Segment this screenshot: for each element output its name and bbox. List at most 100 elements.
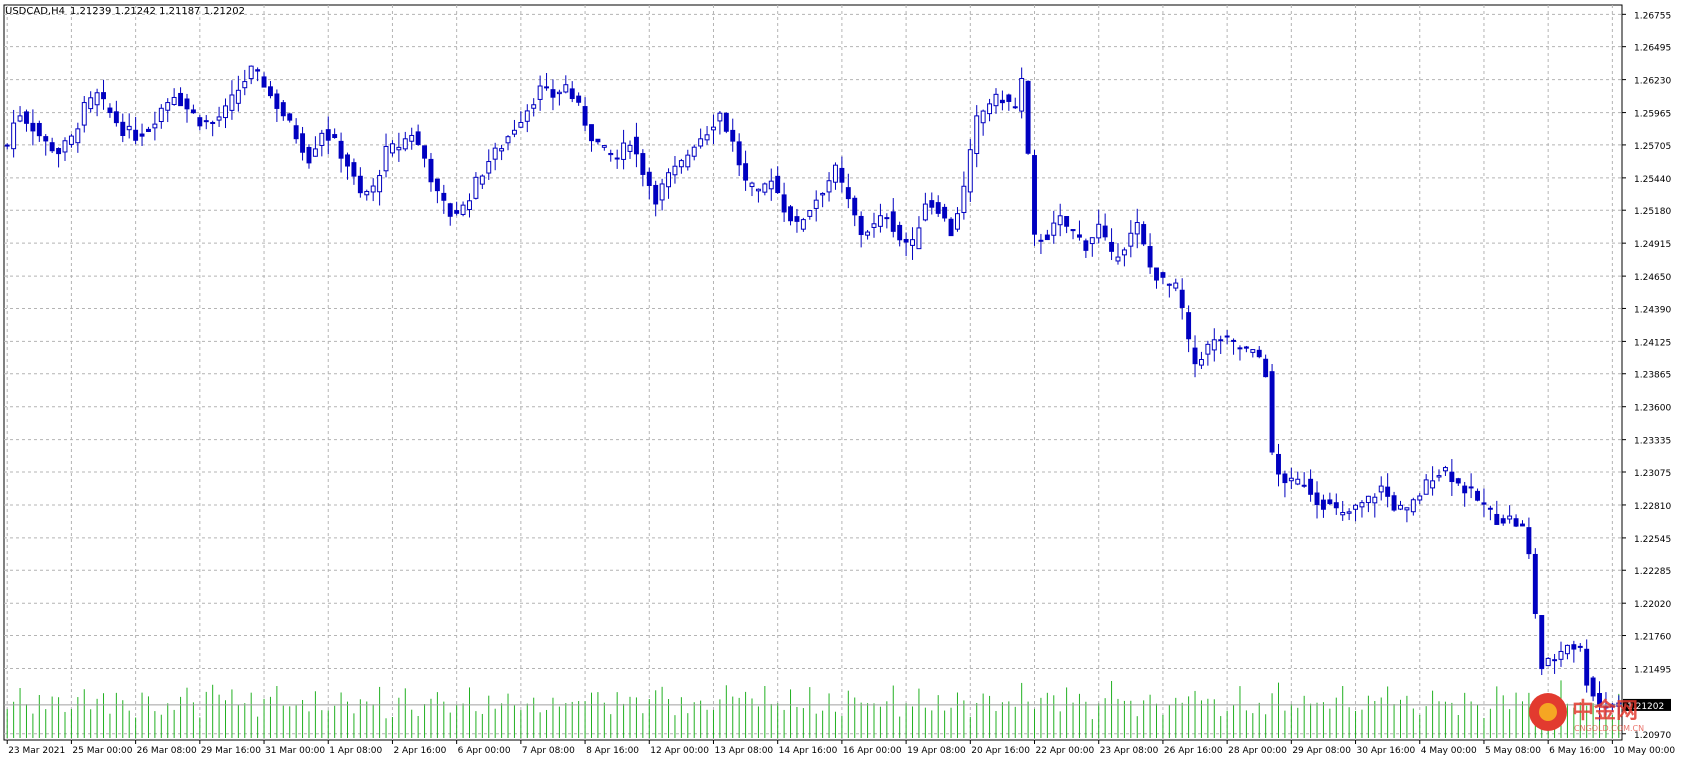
candle-body-bearish <box>736 141 742 166</box>
candle-body-bullish <box>621 142 627 160</box>
candle-body-bullish <box>1442 467 1448 472</box>
candle-body-bearish <box>1083 240 1089 251</box>
time-tick-label: 7 Apr 08:00 <box>522 746 575 756</box>
candle-body-bullish <box>916 227 922 250</box>
candle-body-bullish <box>531 104 537 109</box>
candle-body-bullish <box>511 129 517 135</box>
candle-body-bearish <box>107 107 113 114</box>
candle-body-bullish <box>762 183 768 193</box>
candle-body-bearish <box>428 158 434 183</box>
candle-body-bearish <box>36 122 42 137</box>
candle-body-bullish <box>1301 484 1307 487</box>
time-tick-label: 2 Apr 16:00 <box>393 746 446 756</box>
candle-body-bearish <box>1481 502 1487 505</box>
price-tick-label: 1.25440 <box>1634 175 1671 185</box>
time-tick-label: 12 Apr 00:00 <box>650 746 709 756</box>
candle-body-bearish <box>1333 502 1339 509</box>
candle-body-bullish <box>768 180 774 190</box>
time-tick-label: 29 Mar 16:00 <box>201 746 261 756</box>
price-tick-label: 1.23075 <box>1634 469 1671 479</box>
candle-body-bullish <box>544 86 550 89</box>
candle-body-bearish <box>1154 267 1159 281</box>
candle-body-bearish <box>345 154 350 167</box>
candle-body-bullish <box>389 143 395 154</box>
candle-body-bearish <box>56 148 62 155</box>
candle-body-bullish <box>94 92 100 106</box>
candle-body-bullish <box>203 120 209 123</box>
candle-body-bearish <box>1012 106 1018 109</box>
candle-body-bullish <box>967 149 973 193</box>
candle-body-bullish <box>685 154 691 168</box>
candle-body-bullish <box>88 97 94 110</box>
candle-body-bearish <box>1044 234 1050 241</box>
chart-window[interactable]: 1.26755 1.26495 1.26230 1.25965 1.25705 1.254… <box>0 0 1684 760</box>
time-tick-label: 16 Apr 00:00 <box>843 746 902 756</box>
candle-body-bullish <box>1487 507 1493 510</box>
candle-body-bearish <box>1571 644 1577 650</box>
candle-body-bearish <box>1391 495 1397 511</box>
price-chart[interactable]: 1.26755 1.26495 1.26230 1.25965 1.25705 1.254… <box>0 0 1684 760</box>
candle-body-bullish <box>1340 511 1346 516</box>
candle-body-bullish <box>1346 511 1352 514</box>
candle-body-bearish <box>351 162 357 177</box>
candle-body-bullish <box>1398 504 1403 510</box>
candle-body-bullish <box>524 110 530 122</box>
candle-body-bullish <box>1166 283 1172 286</box>
time-tick-label: 6 Apr 00:00 <box>458 746 511 756</box>
candle-body-bearish <box>1494 513 1500 525</box>
time-tick-label: 23 Apr 08:00 <box>1100 746 1159 756</box>
time-tick-label: 28 Apr 00:00 <box>1228 746 1287 756</box>
candle-body-bullish <box>518 121 524 128</box>
candle-body-bearish <box>845 187 851 200</box>
time-tick-label: 31 Mar 00:00 <box>265 746 325 756</box>
time-tick-label: 19 Apr 08:00 <box>907 746 966 756</box>
candle-body-bearish <box>30 122 36 132</box>
time-tick-label: 6 May 16:00 <box>1549 746 1605 756</box>
price-tick-label: 1.22545 <box>1634 535 1671 545</box>
candle-body-bullish <box>364 190 370 196</box>
candle-body-bullish <box>396 146 402 151</box>
candle-body-bearish <box>794 216 800 222</box>
candle-body-bullish <box>467 200 472 211</box>
candle-body-bearish <box>332 134 338 138</box>
candle-body-bullish <box>1545 657 1551 667</box>
candle-body-bearish <box>1186 312 1192 340</box>
candle-body-bearish <box>730 129 736 142</box>
candle-body-bearish <box>178 92 184 107</box>
candle-body-bearish <box>935 202 941 214</box>
candle-body-bearish <box>1314 492 1320 506</box>
candle-body-bearish <box>325 129 331 141</box>
candle-body-bullish <box>505 136 511 144</box>
candle-body-bearish <box>447 203 453 217</box>
candle-body-bullish <box>955 213 960 230</box>
candle-body-bearish <box>300 133 306 153</box>
candle-body-bearish <box>113 111 119 124</box>
candle-body-bullish <box>1211 339 1217 351</box>
candle-body-bullish <box>81 102 87 126</box>
time-tick-label: 1 Apr 08:00 <box>329 746 382 756</box>
candle-body-bullish <box>1019 77 1025 112</box>
candle-body-bullish <box>749 182 755 188</box>
candle-body-bullish <box>1372 496 1378 504</box>
candle-body-bearish <box>723 112 729 132</box>
candle-body-bearish <box>1179 289 1185 308</box>
candle-body-bullish <box>370 185 376 193</box>
candle-body-bearish <box>1102 225 1108 238</box>
candle-body-bullish <box>1198 359 1204 366</box>
candle-body-bullish <box>248 65 254 80</box>
candle-body-bearish <box>1552 659 1558 662</box>
candle-body-bearish <box>743 163 749 181</box>
candle-body-bullish <box>871 223 877 228</box>
candle-body-bearish <box>1160 272 1166 278</box>
candle-body-bullish <box>492 147 498 160</box>
candle-body-bearish <box>1109 241 1115 252</box>
candle-body-bearish <box>569 88 575 100</box>
price-tick-label: 1.23600 <box>1634 404 1671 414</box>
candle-body-bearish <box>788 206 793 222</box>
candle-body-bearish <box>261 76 267 88</box>
candle-body-bearish <box>948 218 954 237</box>
candle-body-bullish <box>17 115 23 122</box>
candle-body-bullish <box>62 140 68 153</box>
candle-body-bearish <box>1327 499 1333 505</box>
candle-body-bearish <box>999 99 1005 104</box>
